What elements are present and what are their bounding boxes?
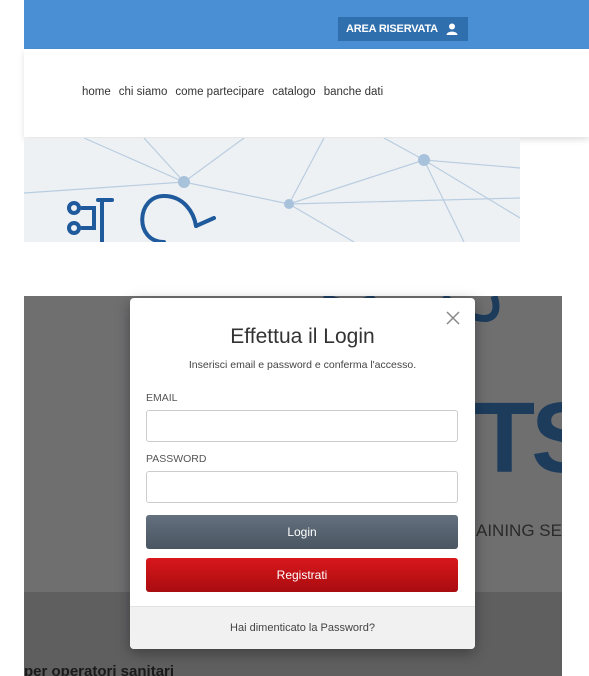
forgot-password-link[interactable]: Hai dimenticato la Password?: [130, 606, 475, 649]
nav-item-banche-dati[interactable]: banche dati: [324, 86, 383, 98]
nav-item-home[interactable]: home: [82, 86, 111, 98]
email-label: EMAIL: [146, 392, 178, 404]
login-modal: Effettua il Login Inserisci email e pass…: [130, 298, 475, 649]
brand-tagline: AINING SE: [476, 521, 562, 540]
hero-banner: [24, 138, 520, 242]
main-navigation: home chi siamo come partecipare catalogo…: [24, 49, 589, 137]
network-pattern: [24, 138, 520, 242]
email-field[interactable]: [146, 410, 458, 442]
close-icon[interactable]: [445, 310, 461, 326]
brand-logo-text: TS: [474, 382, 562, 494]
nav-menu: home chi siamo come partecipare catalogo…: [82, 86, 383, 98]
login-button[interactable]: Login: [146, 515, 458, 549]
area-riservata-label: AREA RISERVATA: [346, 23, 438, 35]
top-bar: AREA RISERVATA: [24, 0, 589, 49]
area-riservata-button[interactable]: AREA RISERVATA: [338, 17, 468, 41]
password-field[interactable]: [146, 471, 458, 503]
section-heading: per operatori sanitari: [24, 663, 175, 676]
modal-subtitle: Inserisci email e password e conferma l'…: [188, 359, 417, 371]
password-label: PASSWORD: [146, 453, 207, 465]
modal-title: Effettua il Login: [230, 325, 375, 348]
nav-item-come-partecipare[interactable]: come partecipare: [175, 86, 264, 98]
nav-item-catalogo[interactable]: catalogo: [272, 86, 315, 98]
register-button[interactable]: Registrati: [146, 558, 458, 592]
nav-item-chi-siamo[interactable]: chi siamo: [119, 86, 168, 98]
user-icon: [444, 21, 460, 37]
